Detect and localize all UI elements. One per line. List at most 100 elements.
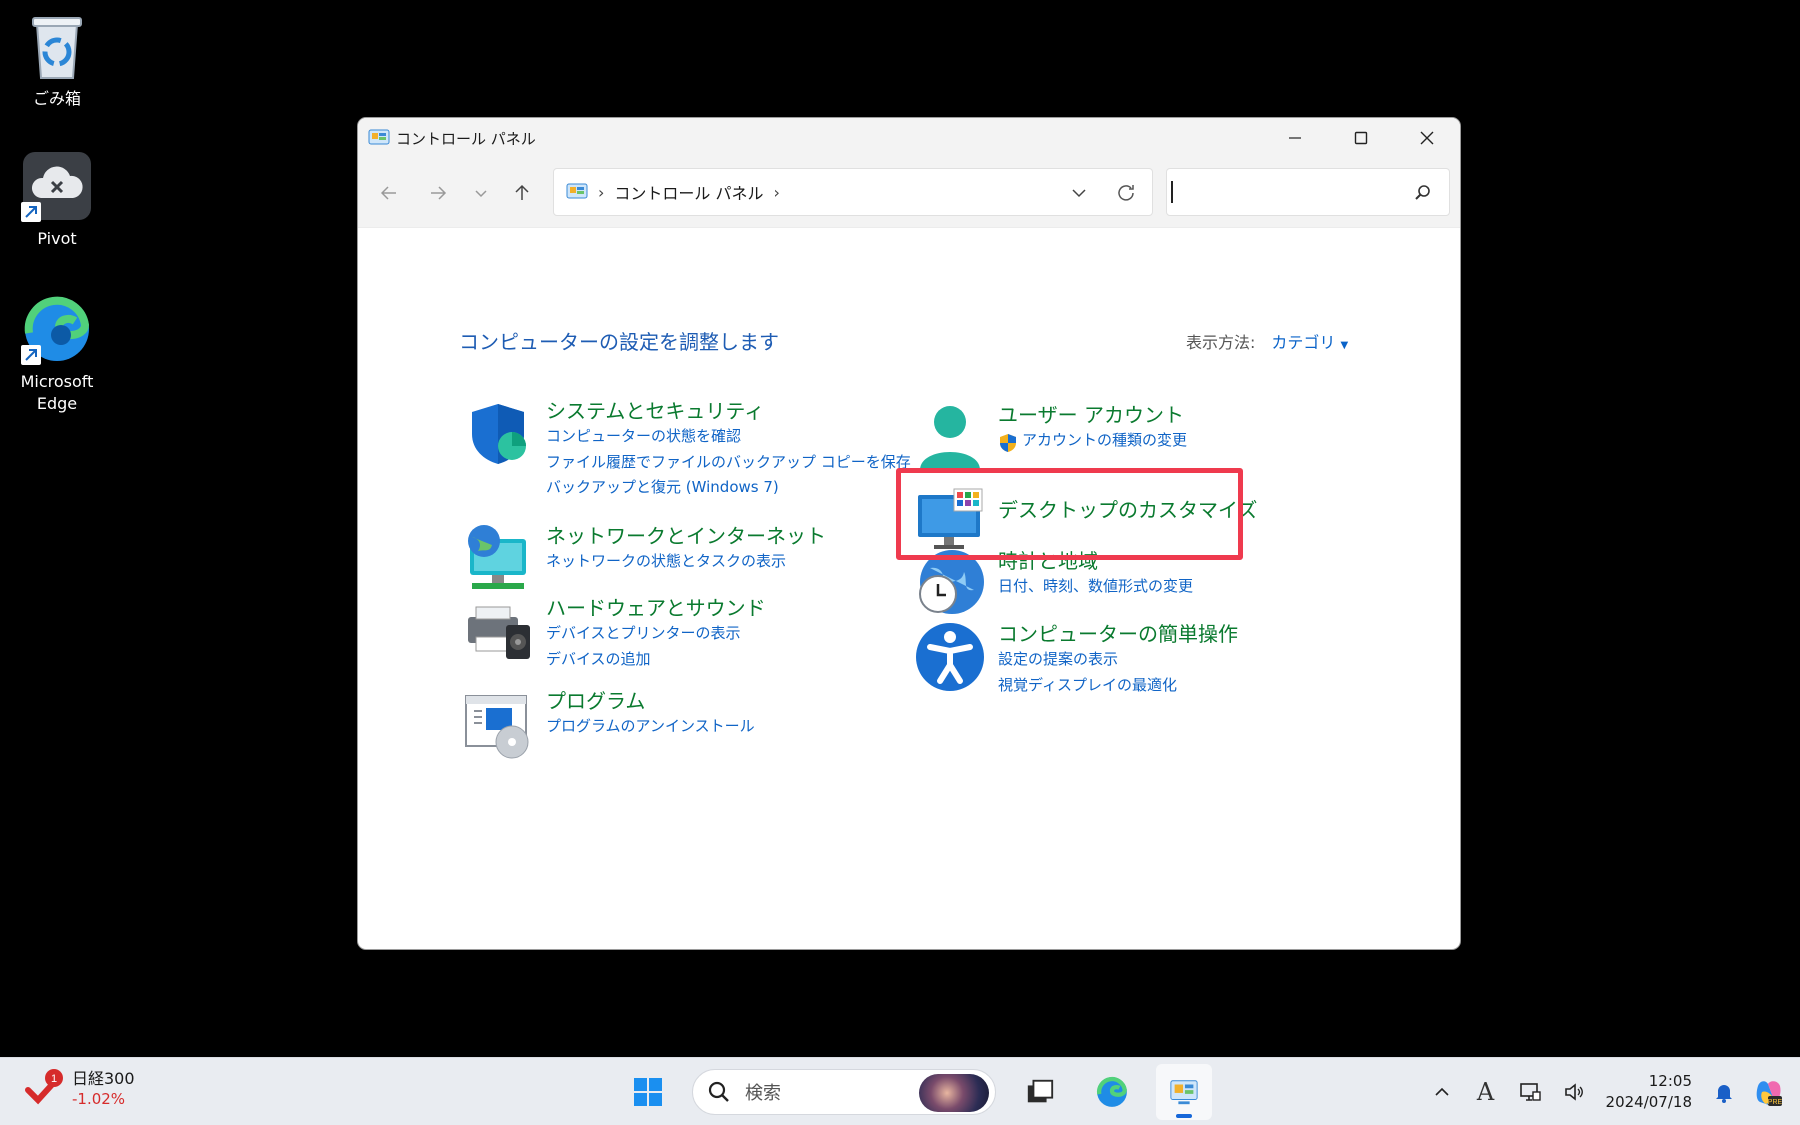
search-icon bbox=[708, 1081, 729, 1102]
forward-button[interactable] bbox=[423, 178, 453, 208]
programs-icon[interactable] bbox=[462, 688, 534, 760]
search-icon[interactable] bbox=[1413, 183, 1433, 203]
stock-widget-icon: 1 bbox=[24, 1068, 66, 1110]
chevron-up-icon bbox=[1434, 1087, 1449, 1096]
recent-locations-button[interactable] bbox=[466, 178, 496, 208]
category-link[interactable]: 日付、時刻、数値形式の変更 bbox=[998, 574, 1193, 600]
widget-name: 日経300 bbox=[72, 1068, 135, 1088]
category-link[interactable]: 設定の提案の表示 bbox=[998, 647, 1238, 673]
taskbar-edge-button[interactable] bbox=[1084, 1064, 1140, 1120]
category-link[interactable]: アカウントの種類の変更 bbox=[998, 428, 1187, 454]
minimize-icon bbox=[1289, 137, 1301, 139]
category-link[interactable]: デバイスとプリンターの表示 bbox=[546, 621, 766, 647]
breadcrumb-item[interactable]: コントロール パネル bbox=[614, 180, 763, 204]
desktop-icon-recycle-bin[interactable]: ごみ箱 bbox=[5, 10, 109, 110]
category-title[interactable]: システムとセキュリティ bbox=[546, 398, 911, 424]
desktop-icon-label: ごみ箱 bbox=[32, 89, 81, 108]
breadcrumb-separator[interactable]: › bbox=[774, 183, 780, 202]
control-panel-icon bbox=[566, 183, 588, 199]
ime-indicator[interactable]: A bbox=[1468, 1074, 1504, 1110]
clock-time: 12:05 bbox=[1648, 1072, 1692, 1090]
monitor-icon[interactable] bbox=[914, 483, 986, 555]
task-view-icon bbox=[1027, 1079, 1054, 1103]
copilot-icon: PRE bbox=[1756, 1081, 1783, 1106]
category-personalization: デスクトップのカスタマイズ bbox=[914, 483, 1257, 555]
category-title[interactable]: コンピューターの簡単操作 bbox=[998, 621, 1238, 647]
control-panel-icon bbox=[1170, 1080, 1198, 1105]
view-by-value[interactable]: カテゴリ bbox=[1271, 333, 1335, 352]
network-icon bbox=[1519, 1083, 1541, 1101]
clock[interactable]: 12:05 2024/07/18 bbox=[1606, 1071, 1692, 1113]
desktop-icon-label: Microsoft Edge bbox=[20, 372, 94, 413]
volume-button[interactable] bbox=[1556, 1074, 1592, 1110]
category-title[interactable]: ユーザー アカウント bbox=[998, 402, 1187, 428]
category-ease-of-access: コンピューターの簡単操作 設定の提案の表示 視覚ディスプレイの最適化 bbox=[914, 621, 1238, 698]
refresh-icon[interactable] bbox=[1114, 181, 1138, 205]
clock-globe-icon[interactable] bbox=[914, 548, 986, 620]
category-title[interactable]: 時計と地域 bbox=[998, 548, 1193, 574]
category-link[interactable]: デバイスの追加 bbox=[546, 647, 766, 673]
shortcut-arrow-icon bbox=[21, 345, 41, 365]
address-history-chevron-icon[interactable] bbox=[1068, 182, 1090, 204]
search-box[interactable] bbox=[1166, 168, 1450, 216]
taskbar: 1 日経300 -1.02% 検索 A 12:05 2024/07/18 PRE bbox=[0, 1057, 1800, 1125]
category-system-security: システムとセキュリティ コンピューターの状態を確認 ファイル履歴でファイルのバッ… bbox=[462, 398, 911, 501]
edge-icon bbox=[21, 293, 93, 365]
recycle-bin-icon bbox=[21, 10, 93, 82]
widget-change: -1.02% bbox=[72, 1089, 126, 1108]
taskbar-control-panel-button[interactable] bbox=[1156, 1064, 1212, 1120]
category-link[interactable]: 視覚ディスプレイの最適化 bbox=[998, 673, 1238, 699]
up-button[interactable] bbox=[507, 178, 537, 208]
back-button[interactable] bbox=[374, 178, 404, 208]
clock-date: 2024/07/18 bbox=[1605, 1093, 1692, 1111]
title-bar[interactable]: コントロール パネル bbox=[358, 118, 1460, 158]
category-link[interactable]: コンピューターの状態を確認 bbox=[546, 424, 911, 450]
control-panel-content: コンピューターの設定を調整します 表示方法: カテゴリ ▼ システムとセキュリテ… bbox=[358, 228, 1460, 949]
network-globe-icon[interactable] bbox=[462, 523, 534, 595]
stock-widget[interactable]: 1 日経300 -1.02% bbox=[24, 1068, 135, 1110]
minimize-button[interactable] bbox=[1262, 118, 1328, 158]
page-title: コンピューターの設定を調整します bbox=[459, 330, 779, 354]
breadcrumb-separator[interactable]: › bbox=[598, 183, 604, 202]
category-link[interactable]: ファイル履歴でファイルのバックアップ コピーを保存 bbox=[546, 450, 911, 476]
copilot-button[interactable]: PRE bbox=[1750, 1074, 1786, 1110]
category-network-internet: ネットワークとインターネット ネットワークの状態とタスクの表示 bbox=[462, 523, 826, 595]
close-icon bbox=[1420, 131, 1434, 145]
category-link-text[interactable]: アカウントの種類の変更 bbox=[1022, 431, 1187, 449]
desktop-icon-edge[interactable]: Microsoft Edge bbox=[5, 293, 109, 414]
maximize-button[interactable] bbox=[1328, 118, 1394, 158]
close-button[interactable] bbox=[1394, 118, 1460, 158]
category-title[interactable]: プログラム bbox=[546, 688, 755, 714]
start-button[interactable] bbox=[620, 1064, 676, 1120]
accessibility-icon[interactable] bbox=[914, 621, 986, 693]
task-view-button[interactable] bbox=[1012, 1064, 1068, 1120]
taskbar-search-label: 検索 bbox=[745, 1083, 781, 1104]
desktop-icon-label: Pivot bbox=[37, 229, 77, 248]
network-button[interactable] bbox=[1512, 1074, 1548, 1110]
windows-logo-icon bbox=[634, 1078, 662, 1106]
show-hidden-icons-button[interactable] bbox=[1424, 1074, 1460, 1110]
search-input[interactable] bbox=[1171, 181, 1401, 203]
notifications-button[interactable] bbox=[1706, 1074, 1742, 1110]
printer-speaker-icon[interactable] bbox=[462, 595, 534, 667]
category-link[interactable]: バックアップと復元 (Windows 7) bbox=[546, 475, 911, 501]
maximize-icon bbox=[1354, 131, 1368, 145]
control-panel-icon bbox=[368, 129, 390, 145]
category-link[interactable]: ネットワークの状態とタスクの表示 bbox=[546, 549, 826, 575]
category-title[interactable]: デスクトップのカスタマイズ bbox=[998, 497, 1257, 523]
shield-icon[interactable] bbox=[462, 398, 534, 470]
desktop-icon-pivot[interactable]: Pivot bbox=[5, 150, 109, 250]
category-user-accounts: ユーザー アカウント アカウントの種類の変更 bbox=[914, 402, 1187, 474]
category-title[interactable]: ネットワークとインターネット bbox=[546, 523, 826, 549]
dropdown-caret-icon: ▼ bbox=[1340, 340, 1349, 351]
search-highlight-image bbox=[919, 1074, 989, 1112]
window-title: コントロール パネル bbox=[396, 129, 536, 148]
user-icon[interactable] bbox=[914, 402, 986, 474]
category-title[interactable]: ハードウェアとサウンド bbox=[546, 595, 766, 621]
address-bar[interactable]: › コントロール パネル › bbox=[553, 168, 1153, 216]
view-by-dropdown[interactable]: カテゴリ ▼ bbox=[1271, 329, 1348, 353]
view-by: 表示方法: カテゴリ ▼ bbox=[1186, 329, 1348, 353]
speaker-icon bbox=[1564, 1083, 1583, 1101]
taskbar-search[interactable]: 検索 bbox=[692, 1069, 996, 1115]
category-link[interactable]: プログラムのアンインストール bbox=[546, 714, 755, 740]
